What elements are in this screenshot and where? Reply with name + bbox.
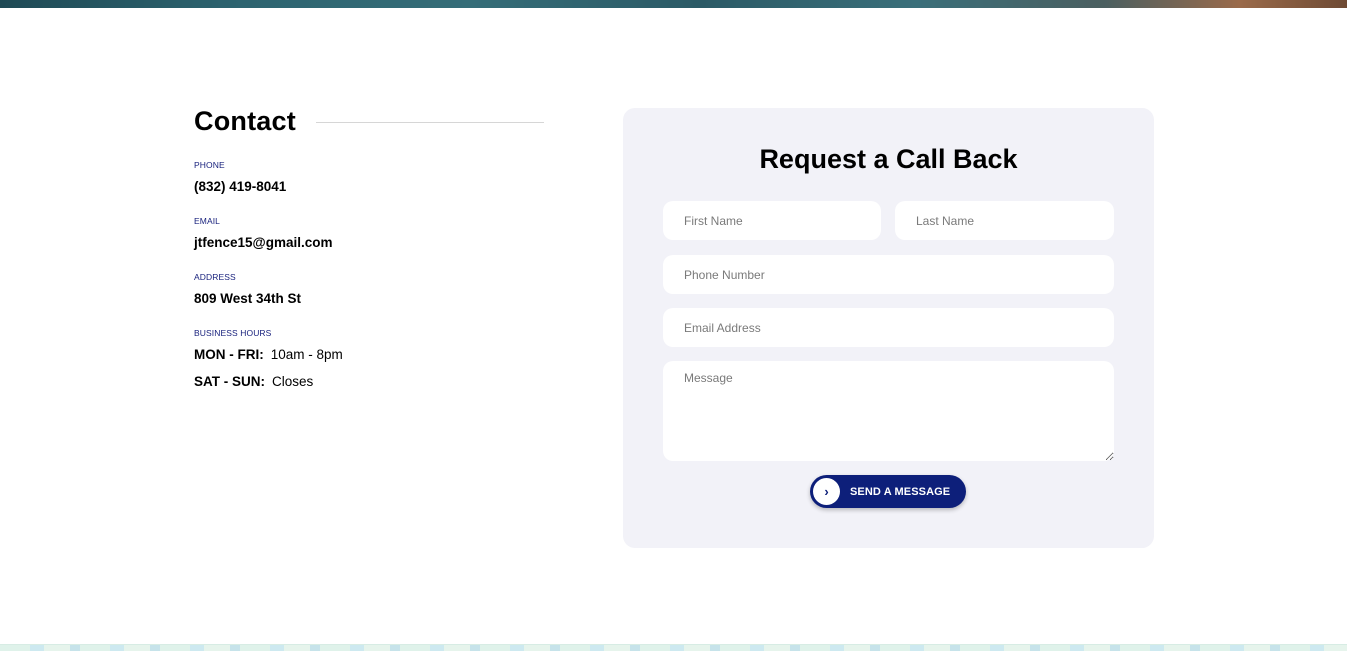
email-label: EMAIL: [194, 216, 221, 226]
phone-label: PHONE: [194, 160, 225, 170]
address-value: 809 West 34th St: [194, 291, 302, 306]
first-name-input[interactable]: [663, 201, 881, 240]
business-hours-label: BUSINESS HOURS: [194, 328, 272, 338]
heading-divider: [315, 121, 544, 123]
hours-time: 10am - 8pm: [270, 347, 343, 362]
contact-heading-row: Contact: [194, 104, 544, 138]
phone-value[interactable]: (832) 419-8041: [194, 179, 286, 194]
address-label: ADDRESS: [194, 272, 236, 282]
contact-section: Contact PHONE (832) 419-8041 EMAIL jtfen…: [194, 104, 544, 389]
map-top-edge[interactable]: [0, 644, 1347, 651]
hero-image-bottom-edge: [0, 0, 1347, 8]
send-message-label: SEND A MESSAGE: [850, 485, 951, 498]
hours-time: Closes: [272, 374, 314, 389]
form-title: Request a Call Back: [759, 144, 1018, 174]
chevron-right-icon: ›: [813, 478, 840, 505]
phone-number-input[interactable]: [663, 255, 1114, 294]
send-message-button[interactable]: › SEND A MESSAGE: [810, 475, 966, 508]
hours-days: SAT - SUN:: [194, 374, 265, 389]
call-back-form: Request a Call Back › SEND A MESSAGE: [623, 108, 1154, 548]
email-value[interactable]: jtfence15@gmail.com: [194, 235, 332, 250]
contact-title: Contact: [194, 105, 296, 136]
last-name-input[interactable]: [895, 201, 1114, 240]
hours-row-weekend: SAT - SUN: Closes: [194, 374, 313, 389]
email-address-input[interactable]: [663, 308, 1114, 347]
message-textarea[interactable]: [663, 361, 1114, 461]
hours-row-weekdays: MON - FRI: 10am - 8pm: [194, 347, 343, 362]
hours-days: MON - FRI:: [194, 347, 264, 362]
